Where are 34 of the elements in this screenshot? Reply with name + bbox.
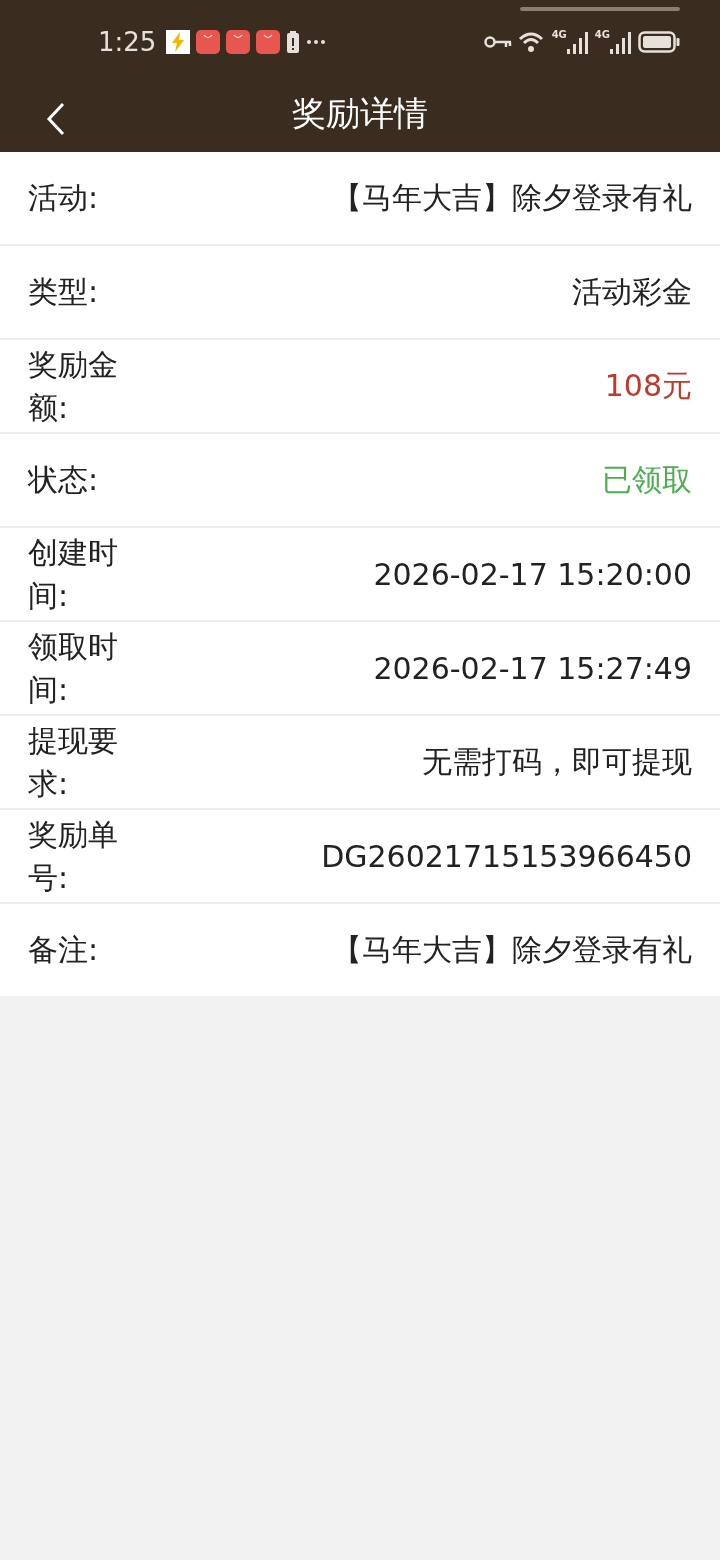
- key-icon: [483, 34, 512, 50]
- field-label: 奖励金额:: [28, 345, 119, 427]
- page-title: 奖励详情: [292, 92, 428, 135]
- field-label: 活动:: [28, 179, 100, 218]
- field-label: 状态:: [28, 461, 100, 500]
- field-value: 2026-02-17 15:27:49: [373, 650, 692, 686]
- field-value: 活动彩金: [572, 272, 692, 311]
- field-label: 创建时间:: [28, 533, 119, 615]
- network-type-label: 4G: [551, 30, 567, 40]
- battery-icon: [638, 30, 680, 54]
- field-value: 【马年大吉】除夕登录有礼: [332, 178, 692, 217]
- field-value: 2026-02-17 15:20:00: [373, 556, 692, 592]
- lightning-app-icon: [166, 30, 191, 54]
- field-label: 类型:: [28, 273, 100, 312]
- shopping-bag-app-icon: [256, 30, 281, 54]
- shopping-bag-app-icon: [196, 30, 221, 54]
- shopping-bag-app-icon: [226, 30, 251, 54]
- status-time: 1:25: [98, 27, 157, 57]
- back-chevron-icon: [46, 102, 66, 136]
- battery-alert-icon: [286, 30, 301, 54]
- field-label: 备注:: [28, 931, 100, 970]
- field-label: 提现要求:: [28, 721, 119, 803]
- more-icon: [306, 39, 327, 45]
- field-value: 108元: [604, 366, 692, 405]
- field-label: 奖励单号:: [28, 815, 119, 897]
- field-value: DG26021715153966450: [321, 838, 692, 874]
- signal-icon: [566, 30, 589, 54]
- field-value: 【马年大吉】除夕登录有礼: [332, 930, 692, 969]
- wifi-icon: [517, 30, 546, 54]
- network-type-label: 4G: [594, 30, 610, 40]
- signal-icon: [610, 30, 632, 54]
- field-value: 已领取: [602, 460, 692, 499]
- field-value: 无需打码，即可提现: [422, 742, 692, 781]
- field-label: 领取时间:: [28, 627, 119, 709]
